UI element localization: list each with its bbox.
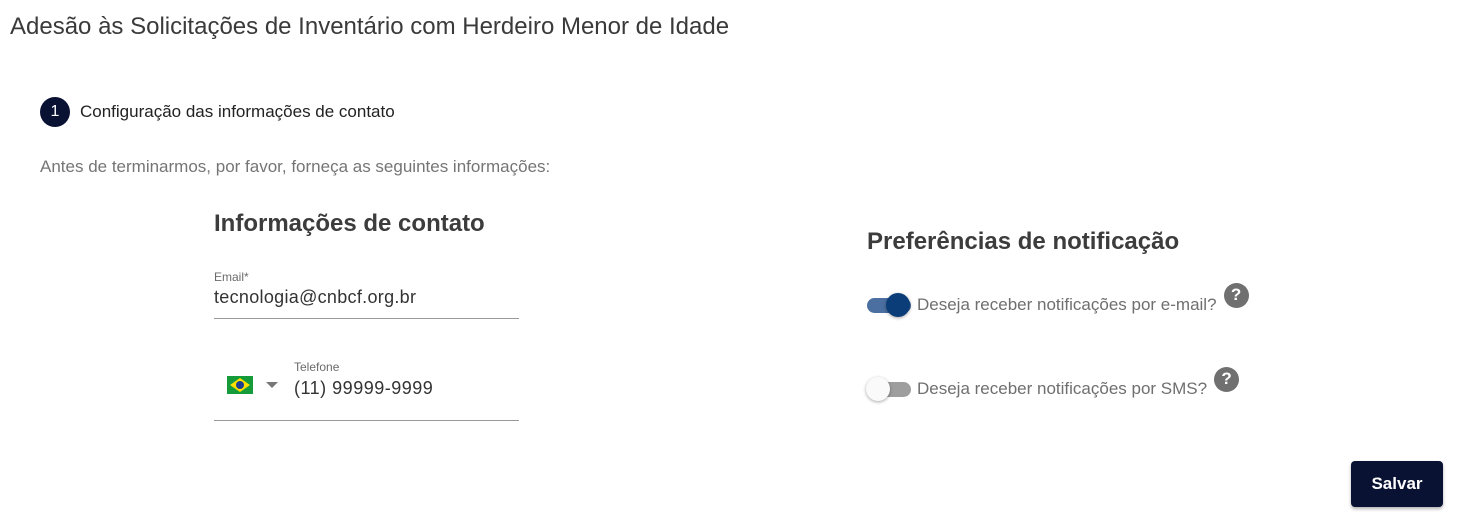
email-field-label: Email*: [214, 270, 249, 284]
sms-notification-row: Deseja receber notificações por SMS? ?: [866, 366, 1240, 404]
intro-text: Antes de terminarmos, por favor, forneça…: [40, 157, 551, 176]
phone-field-underline: [214, 420, 519, 421]
contact-section-title: Informações de contato: [214, 210, 485, 237]
email-notification-toggle[interactable]: [866, 290, 912, 320]
phone-field[interactable]: (11) 99999-9999: [294, 378, 433, 399]
sms-notification-toggle[interactable]: [866, 374, 912, 404]
help-icon[interactable]: ?: [1214, 366, 1240, 392]
step-number-badge: 1: [40, 97, 70, 127]
page-title: Adesão às Solicitações de Inventário com…: [10, 13, 730, 40]
page: Adesão às Solicitações de Inventário com…: [0, 0, 1463, 526]
help-icon[interactable]: ?: [1223, 282, 1249, 308]
save-button[interactable]: Salvar: [1351, 461, 1443, 507]
email-field[interactable]: tecnologia@cnbcf.org.br: [214, 287, 519, 308]
brazil-flag-icon[interactable]: [227, 376, 253, 394]
email-notification-row: Deseja receber notificações por e-mail? …: [866, 282, 1249, 320]
email-notification-label: Deseja receber notificações por e-mail?: [917, 295, 1217, 314]
stepper-step: 1 Configuração das informações de contat…: [40, 97, 395, 127]
email-field-underline: [214, 318, 519, 319]
phone-field-label: Telefone: [294, 360, 340, 374]
notification-section-title: Preferências de notificação: [867, 228, 1180, 255]
step-label: Configuração das informações de contato: [80, 102, 395, 121]
chevron-down-icon[interactable]: [266, 382, 278, 388]
sms-notification-label: Deseja receber notificações por SMS?: [917, 379, 1208, 398]
